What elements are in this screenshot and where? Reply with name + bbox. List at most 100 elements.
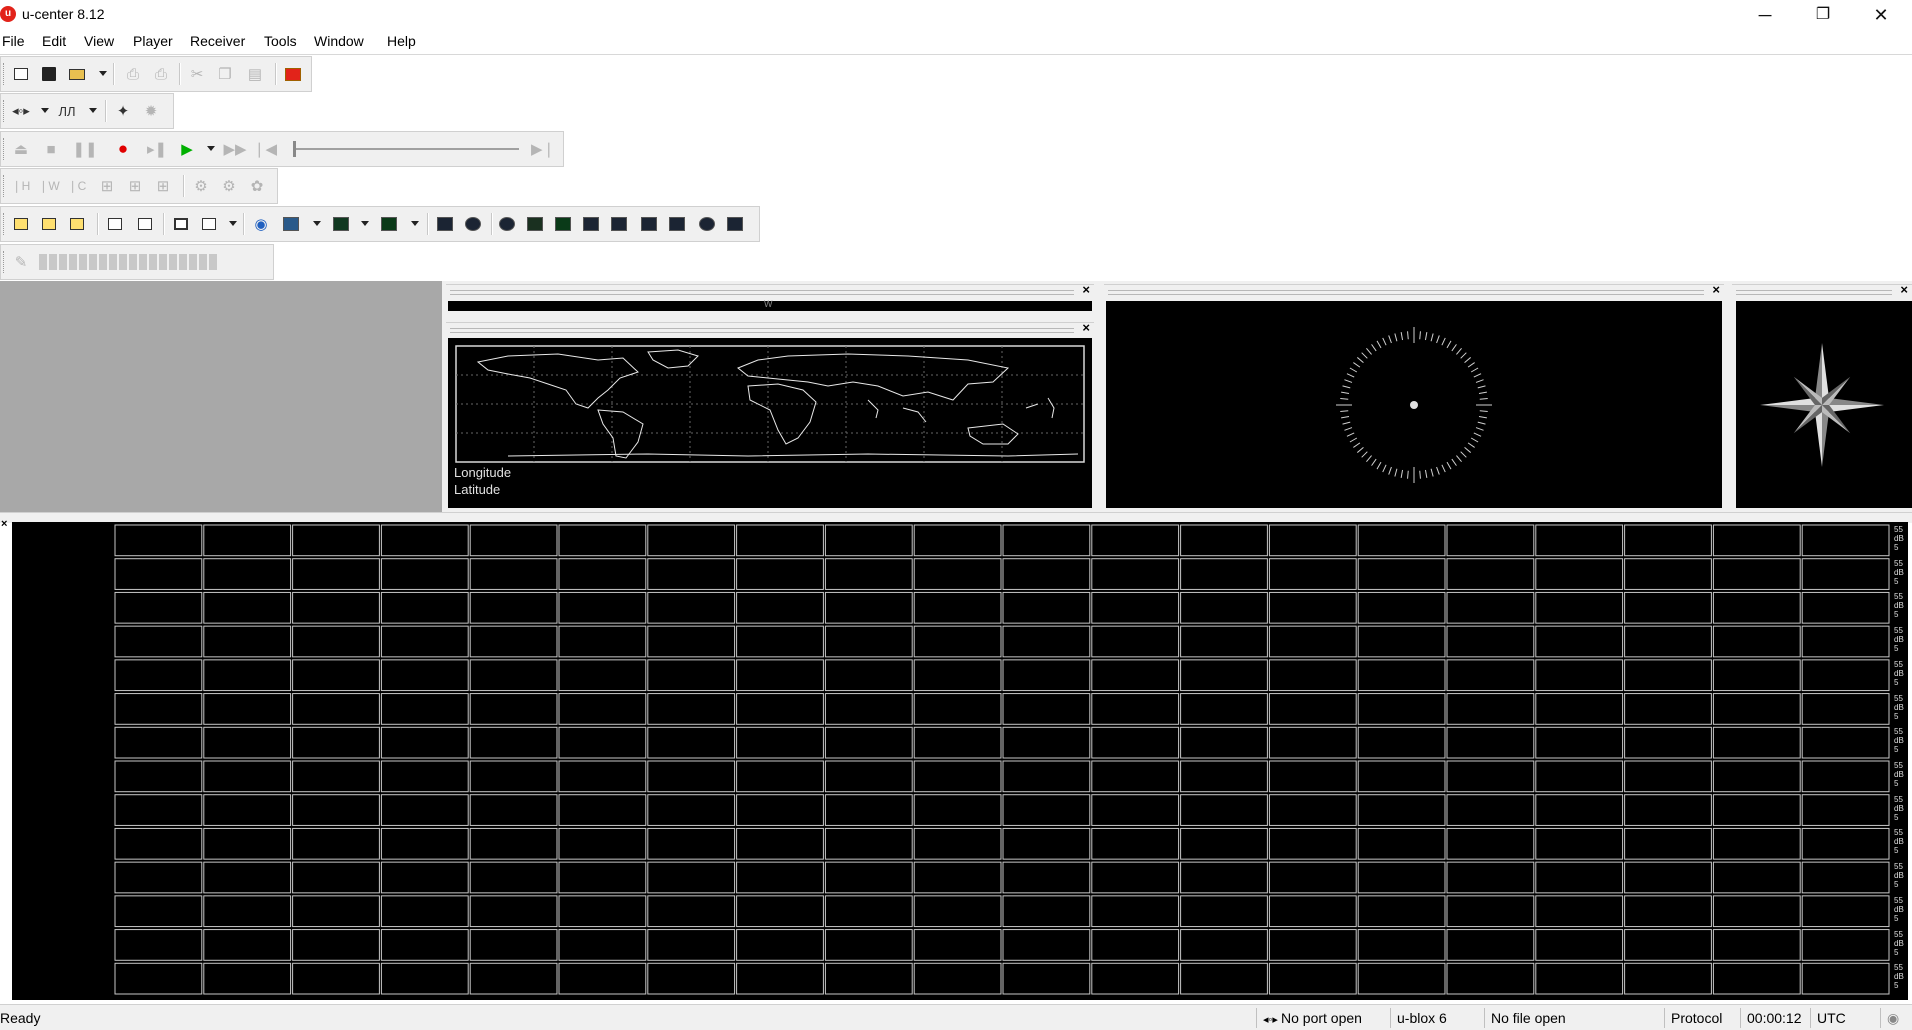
pause-icon[interactable]: ❚❚: [72, 139, 97, 159]
close-button[interactable]: ✕: [1852, 0, 1910, 30]
list-view-icon[interactable]: [609, 214, 629, 234]
wizard-icon[interactable]: ✎: [11, 252, 31, 272]
menu-window[interactable]: Window: [314, 33, 364, 49]
settings-icon[interactable]: ✿: [247, 176, 267, 196]
baudrate-dropdown-icon[interactable]: [89, 108, 97, 113]
record-icon[interactable]: ●: [113, 139, 133, 159]
maximize-button[interactable]: ❐: [1794, 0, 1852, 30]
map-view-icon[interactable]: [281, 214, 301, 234]
paste-icon[interactable]: ▤: [245, 64, 265, 84]
statistic-view-icon[interactable]: [171, 214, 191, 234]
debug-icon[interactable]: ✹: [141, 101, 161, 121]
google-earth-icon[interactable]: ◉: [251, 214, 271, 234]
signal-bar-cell: [114, 625, 203, 658]
sky-tick: [1464, 357, 1472, 363]
port-status[interactable]: ◂◦▸ No port open: [1256, 1008, 1390, 1028]
open-icon[interactable]: [67, 64, 87, 84]
save-icon[interactable]: [39, 64, 59, 84]
sky-tick: [1394, 468, 1398, 477]
copy-icon[interactable]: ❐: [215, 64, 235, 84]
binary-console-icon[interactable]: [11, 214, 31, 234]
clock-view-icon[interactable]: [697, 214, 717, 234]
signal-bar-cell: [1268, 794, 1357, 826]
docking-view-icon[interactable]: [199, 214, 219, 234]
signal-bar-cell: [469, 962, 558, 995]
rewind-start-icon[interactable]: ❘◀: [253, 139, 277, 159]
stop-icon[interactable]: ■: [41, 139, 61, 159]
open-dropdown-icon[interactable]: [99, 71, 107, 76]
chart-view-icon[interactable]: [331, 214, 351, 234]
docking-dropdown-icon[interactable]: [229, 221, 237, 226]
camera-view-icon[interactable]: [435, 214, 455, 234]
menu-player[interactable]: Player: [133, 33, 173, 49]
signal-view-icon[interactable]: [553, 214, 573, 234]
play-dropdown-icon[interactable]: [207, 146, 215, 151]
compass-view-icon[interactable]: [639, 214, 659, 234]
connection-dropdown-icon[interactable]: [41, 108, 49, 113]
satellite-view-icon[interactable]: [667, 214, 687, 234]
signal-bar-cell: [1002, 591, 1091, 624]
fast-forward-icon[interactable]: ▶▶: [223, 139, 246, 159]
close-chart-pane-icon[interactable]: ×: [1, 518, 7, 530]
map-dropdown-icon[interactable]: [313, 221, 321, 226]
connection-icon[interactable]: ◂◦▸: [11, 101, 31, 121]
menu-view[interactable]: View: [84, 33, 114, 49]
menu-receiver[interactable]: Receiver: [190, 33, 245, 49]
world-view-icon[interactable]: [581, 214, 601, 234]
message-view-icon[interactable]: [105, 214, 125, 234]
close-pane-icon[interactable]: ×: [1712, 282, 1720, 297]
table-view-icon[interactable]: [135, 214, 155, 234]
histogram-view-icon[interactable]: [379, 214, 399, 234]
signal-bar-cell: [1535, 827, 1624, 860]
sky-view-icon[interactable]: [463, 214, 483, 234]
signal-bar-cell: [292, 962, 380, 995]
print-preview-icon[interactable]: ⎙: [151, 64, 171, 84]
menu-file[interactable]: File: [2, 33, 25, 49]
sky-tick: [1376, 340, 1382, 349]
autobauding-icon[interactable]: ✦: [113, 101, 133, 121]
signal-bar-cell: [647, 558, 736, 590]
player-slider-thumb[interactable]: [293, 141, 296, 157]
poll-messages-icon[interactable]: ⊞: [153, 176, 173, 196]
step-forward-icon[interactable]: ▸❚: [147, 139, 167, 159]
deviation-map-icon[interactable]: [497, 214, 517, 234]
menu-edit[interactable]: Edit: [42, 33, 66, 49]
compass-strip-view: W: [448, 299, 1092, 311]
poll-all-icon[interactable]: ⊞: [125, 176, 145, 196]
eject-icon[interactable]: ⏏: [11, 139, 31, 159]
menu-tools[interactable]: Tools: [264, 33, 297, 49]
signal-bar-cell: [558, 861, 647, 894]
signal-bar-cell: [1002, 929, 1091, 961]
menu-help[interactable]: Help: [387, 33, 416, 49]
signal-bar-cell: [469, 827, 558, 860]
hot-start-icon[interactable]: ❘H: [11, 176, 31, 196]
signal-bar-cell: [1712, 861, 1801, 894]
player-timeline-slider[interactable]: [293, 148, 519, 150]
gear-config-icon[interactable]: ⚙: [219, 176, 239, 196]
close-pane-icon[interactable]: ×: [1082, 282, 1090, 297]
print-icon[interactable]: ⎙: [123, 64, 143, 84]
data-view-icon[interactable]: [525, 214, 545, 234]
signal-bar-cell: [203, 827, 292, 860]
sky-tick: [1400, 469, 1404, 478]
poll-icon[interactable]: ⊞: [97, 176, 117, 196]
text-console-icon[interactable]: [39, 214, 59, 234]
minimize-button[interactable]: ─: [1736, 0, 1794, 30]
new-file-icon[interactable]: [11, 64, 31, 84]
stop-logging-icon[interactable]: [283, 64, 303, 84]
cut-icon[interactable]: ✂: [187, 64, 207, 84]
close-pane-icon[interactable]: ×: [1082, 320, 1090, 335]
close-pane-icon[interactable]: ×: [1900, 282, 1908, 297]
chart-dropdown-icon[interactable]: [361, 221, 369, 226]
gear-icon[interactable]: ⚙: [191, 176, 211, 196]
histogram-dropdown-icon[interactable]: [411, 221, 419, 226]
packet-console-icon[interactable]: [67, 214, 87, 234]
constellation-view-icon[interactable]: [725, 214, 745, 234]
cold-start-icon[interactable]: ❘C: [67, 176, 87, 196]
sky-tick: [1400, 332, 1404, 341]
play-icon[interactable]: ▶: [177, 139, 197, 159]
baudrate-icon[interactable]: ЛЛ: [57, 101, 77, 121]
signal-bar-cell: [114, 693, 203, 725]
end-icon[interactable]: ▶❘: [531, 139, 555, 159]
warm-start-icon[interactable]: ❘W: [38, 176, 59, 196]
